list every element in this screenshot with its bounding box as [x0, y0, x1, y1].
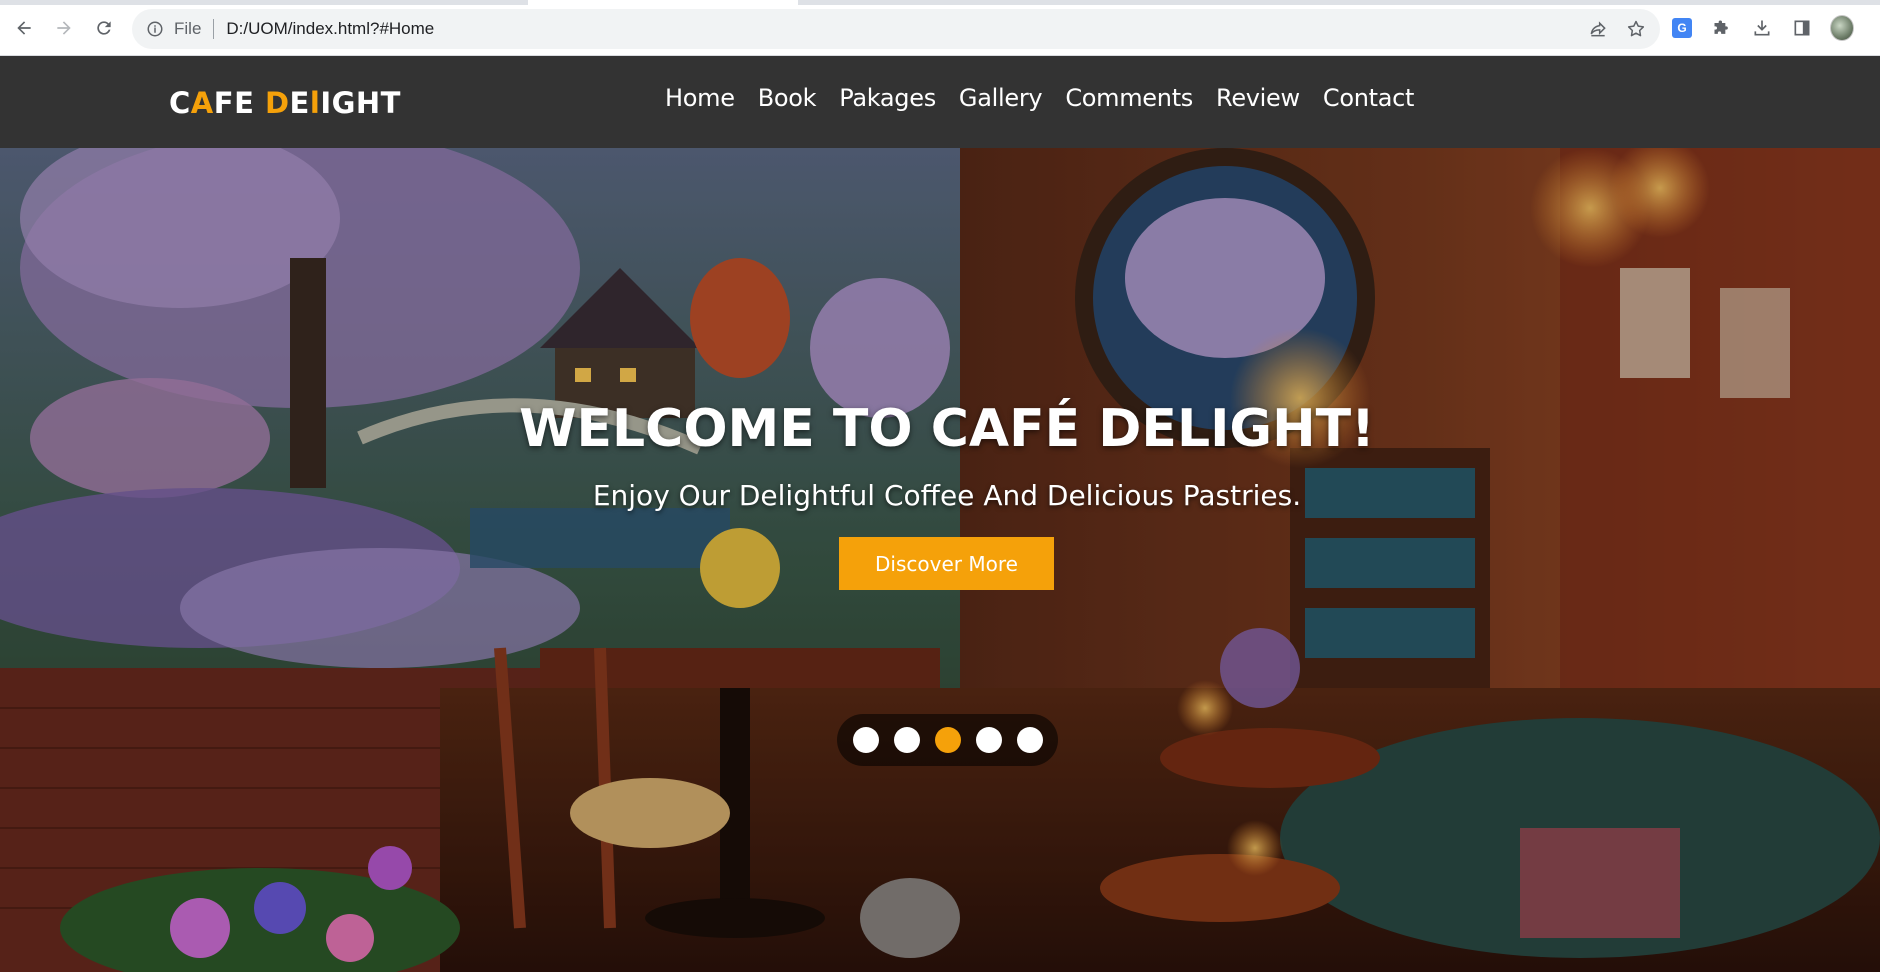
- slide-dot-5[interactable]: [1016, 727, 1043, 753]
- back-button[interactable]: [4, 8, 44, 48]
- slide-dot-3[interactable]: [934, 727, 961, 753]
- logo-letter: E: [289, 86, 310, 120]
- logo-letter: IGHT: [320, 86, 401, 120]
- slide-dot-4[interactable]: [975, 727, 1002, 753]
- site-logo[interactable]: CAFE DElIGHT: [169, 86, 401, 120]
- browser-toolbar: File D:/UOM/index.html?#Home G: [0, 0, 1880, 56]
- side-panel-button[interactable]: [1790, 16, 1814, 40]
- logo-letter: E: [234, 86, 265, 120]
- logo-letter: D: [264, 86, 290, 120]
- active-tab[interactable]: [528, 0, 798, 5]
- download-button[interactable]: [1750, 16, 1774, 40]
- site-header: CAFE DElIGHT Home Book Pakages Gallery C…: [0, 56, 1880, 148]
- nav-review[interactable]: Review: [1216, 84, 1300, 112]
- hero-title: WELCOME TO CAFÉ DELIGHT!: [519, 399, 1375, 459]
- forward-button[interactable]: [44, 8, 84, 48]
- tab-strip: [0, 0, 1880, 5]
- omnibox-divider: [213, 19, 215, 39]
- reload-button[interactable]: [84, 8, 124, 48]
- toolbar-extensions: G: [1670, 8, 1854, 48]
- extensions-button[interactable]: [1710, 16, 1734, 40]
- forward-icon: [57, 20, 71, 35]
- star-icon[interactable]: [1626, 19, 1646, 39]
- download-icon: [1754, 20, 1770, 36]
- address-bar[interactable]: File D:/UOM/index.html?#Home: [132, 9, 1660, 49]
- hero-section: WELCOME TO CAFÉ DELIGHT! Enjoy Our Delig…: [0, 148, 1880, 972]
- info-icon[interactable]: [146, 20, 164, 38]
- scheme-label: File: [174, 19, 202, 38]
- nav-packages[interactable]: Pakages: [839, 84, 936, 112]
- main-menu: Home Book Pakages Gallery Comments Revie…: [665, 84, 1414, 112]
- google-translate-icon: G: [1672, 18, 1692, 38]
- logo-letter: C: [169, 86, 191, 120]
- discover-more-button[interactable]: Discover More: [839, 537, 1054, 590]
- back-icon: [17, 20, 31, 35]
- nav-comments[interactable]: Comments: [1065, 84, 1193, 112]
- nav-home[interactable]: Home: [665, 84, 735, 112]
- hero-subtitle: Enjoy Our Delightful Coffee And Deliciou…: [592, 479, 1302, 512]
- nav-gallery[interactable]: Gallery: [959, 84, 1043, 112]
- profile-button[interactable]: [1830, 15, 1854, 41]
- nav-contact[interactable]: Contact: [1323, 84, 1415, 112]
- side-panel-icon: [1794, 20, 1810, 36]
- nav-book[interactable]: Book: [758, 84, 817, 112]
- logo-letter: l: [309, 86, 321, 120]
- slide-dot-1[interactable]: [852, 727, 879, 753]
- logo-letter: F: [213, 86, 235, 120]
- logo-letter: A: [190, 86, 214, 120]
- extensions-icon: [1714, 20, 1728, 34]
- slider-pagination: [837, 714, 1058, 766]
- google-translate-button[interactable]: G: [1670, 16, 1694, 40]
- reload-icon: [97, 20, 111, 35]
- omnibox-actions: [1588, 9, 1646, 49]
- profile-avatar: [1830, 15, 1854, 41]
- slide-dot-2[interactable]: [893, 727, 920, 753]
- share-icon[interactable]: [1588, 19, 1608, 39]
- url-text[interactable]: D:/UOM/index.html?#Home: [226, 19, 434, 39]
